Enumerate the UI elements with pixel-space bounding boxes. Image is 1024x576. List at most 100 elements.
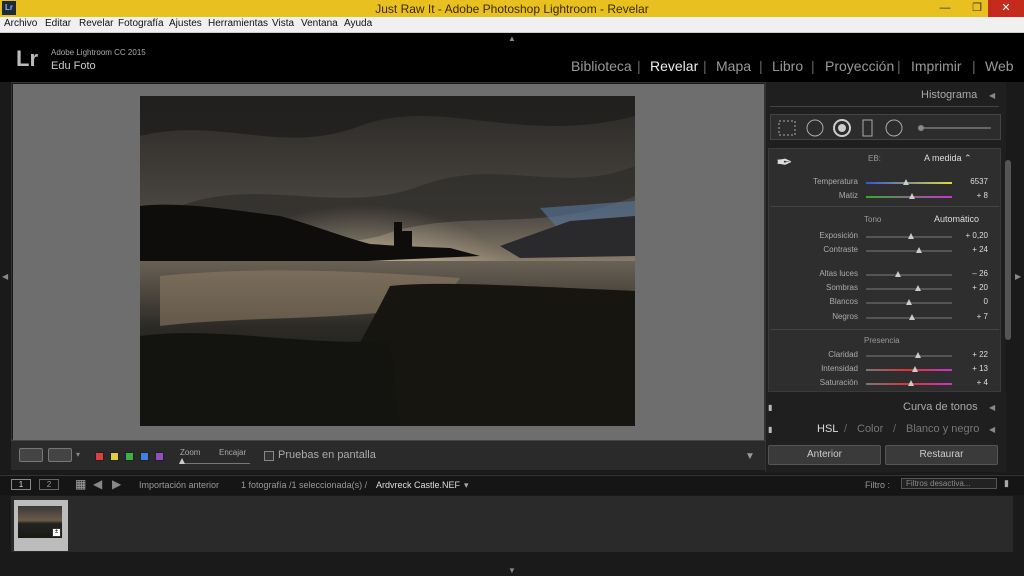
temperatura-slider-thumb[interactable] [903,179,909,185]
temperatura-value[interactable]: 6537 [952,177,988,186]
negros-value[interactable]: + 7 [952,312,988,321]
hsl-toggle-icon[interactable]: ▮ [768,425,772,434]
forward-arrow-icon[interactable]: ▶ [112,477,121,491]
exposicion-slider-thumb[interactable] [908,233,914,239]
saturacion-slider-thumb[interactable] [908,380,914,386]
menu-herramientas[interactable]: Herramientas [208,18,268,29]
selected-filename[interactable]: Ardvreck Castle.NEF [376,480,460,490]
second-window-button[interactable]: 2 [39,479,59,490]
grid-view-icon[interactable]: ▦ [75,477,86,491]
negros-slider-thumb[interactable] [909,314,915,320]
altas-luces-slider-thumb[interactable] [895,271,901,277]
before-after-dropdown-icon[interactable]: ▾ [76,450,80,459]
module-imprimir[interactable]: Imprimir [911,58,962,74]
title-bar: Lr Just Raw It - Adobe Photoshop Lightro… [0,0,1024,17]
main-window-button[interactable]: 1 [11,479,31,490]
back-arrow-icon[interactable]: ◀ [93,477,102,491]
menu-fotografia[interactable]: Fotografía [118,18,164,29]
previous-button[interactable]: Anterior [768,445,881,465]
color-label-purple[interactable] [155,452,164,461]
collapse-top-panel-icon[interactable]: ▲ [508,34,516,43]
before-after-button[interactable] [48,448,72,462]
tone-curve-collapse-icon[interactable]: ◀ [989,403,995,412]
bw-tab[interactable]: Blanco y negro [906,423,979,435]
color-label-yellow[interactable] [110,452,119,461]
edited-badge-icon: ± [52,528,61,537]
filter-lock-icon[interactable]: ▮ [1004,478,1009,489]
eyedropper-icon[interactable]: ✒ [776,150,793,175]
contraste-slider[interactable] [866,250,952,252]
sombras-slider[interactable] [866,288,952,290]
contraste-value[interactable]: + 24 [952,245,988,254]
collapse-bottom-panel-icon[interactable]: ▼ [508,566,516,575]
collapse-left-panel-icon[interactable]: ◀ [2,272,8,281]
maximize-button[interactable]: ❐ [964,0,990,17]
intensidad-slider[interactable] [866,369,952,371]
tone-curve-toggle-icon[interactable]: ▮ [768,403,772,412]
exposicion-value[interactable]: + 0,20 [952,231,988,240]
histogram-collapse-icon[interactable]: ◀ [989,91,995,100]
photo-preview[interactable] [140,96,635,426]
tool-icons [778,119,991,137]
zoom-slider[interactable] [180,463,250,464]
module-mapa[interactable]: Mapa [716,58,751,74]
blancos-value[interactable]: 0 [952,297,988,306]
claridad-value[interactable]: + 22 [952,350,988,359]
minimize-button[interactable]: — [932,0,958,17]
fit-label: Encajar [219,448,247,457]
menu-vista[interactable]: Vista [272,18,294,29]
menu-ventana[interactable]: Ventana [301,18,338,29]
wb-dropdown[interactable]: A medida ⌃ [924,153,972,164]
color-label-red[interactable] [95,452,104,461]
filmstrip-source[interactable]: Importación anterior [139,480,219,490]
sombras-label: Sombras [825,283,858,292]
hsl-tab[interactable]: HSL [817,423,838,435]
filter-label: Filtro : [865,480,891,490]
collapse-right-panel-icon[interactable]: ▶ [1015,272,1021,281]
module-proyeccion[interactable]: Proyección [825,58,894,74]
module-revelar[interactable]: Revelar [650,58,698,74]
sombras-slider-thumb[interactable] [915,285,921,291]
color-label-blue[interactable] [140,452,149,461]
module-separator: | [972,58,976,74]
soft-proofing-checkbox[interactable] [264,451,274,461]
saturacion-value[interactable]: + 4 [952,378,988,387]
menu-archivo[interactable]: Archivo [4,18,37,29]
menu-revelar[interactable]: Revelar [79,18,113,29]
filter-dropdown[interactable]: Filtros desactiva... [901,478,997,489]
module-web[interactable]: Web [985,58,1014,74]
contraste-slider-thumb[interactable] [916,247,922,253]
histogram-title[interactable]: Histograma [921,89,977,101]
module-separator: | [703,58,707,74]
color-label-green[interactable] [125,452,134,461]
module-libro[interactable]: Libro [772,58,803,74]
reset-button[interactable]: Restaurar [885,445,998,465]
intensidad-slider-thumb[interactable] [912,366,918,372]
claridad-slider[interactable] [866,355,952,357]
color-tab[interactable]: Color [857,423,883,435]
menu-ajustes[interactable]: Ajustes [169,18,202,29]
panel-scrollbar[interactable] [1005,160,1011,340]
altas-luces-slider[interactable] [866,274,952,276]
close-button[interactable]: ✕ [988,0,1024,17]
intensidad-value[interactable]: + 13 [952,364,988,373]
menu-ayuda[interactable]: Ayuda [344,18,372,29]
zoom-slider-thumb[interactable] [179,458,185,464]
auto-tone-button[interactable]: Automático [934,214,979,224]
module-biblioteca[interactable]: Biblioteca [571,58,632,74]
toolbar-menu-icon[interactable]: ▼ [745,451,755,462]
menu-editar[interactable]: Editar [45,18,71,29]
tone-curve-title[interactable]: Curva de tonos [903,401,978,413]
sombras-value[interactable]: + 20 [952,283,988,292]
filename-dropdown-icon[interactable]: ▾ [464,480,469,491]
matiz-slider-thumb[interactable] [909,193,915,199]
temperatura-slider[interactable] [866,182,952,184]
panel-divider [770,206,999,207]
hsl-collapse-icon[interactable]: ◀ [989,425,995,434]
loupe-view-button[interactable] [19,448,43,462]
matiz-value[interactable]: + 8 [952,191,988,200]
claridad-label: Claridad [828,350,858,359]
blancos-slider-thumb[interactable] [906,299,912,305]
altas-luces-value[interactable]: – 26 [952,269,988,278]
claridad-slider-thumb[interactable] [915,352,921,358]
